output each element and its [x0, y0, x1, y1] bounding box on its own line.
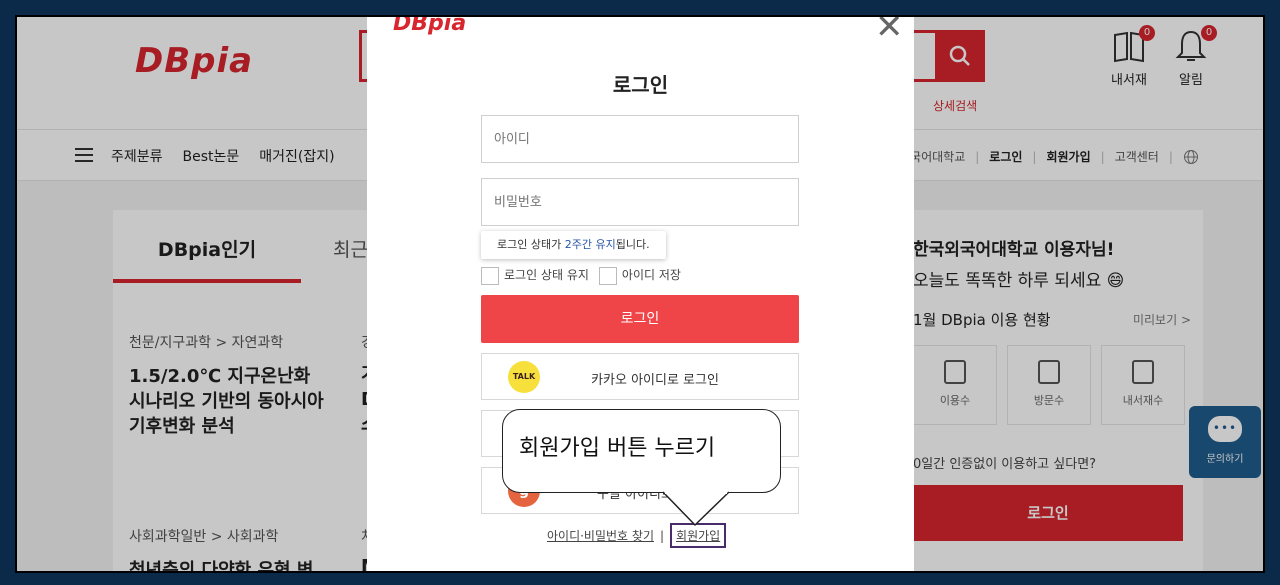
close-icon[interactable]: ✕ [875, 17, 904, 47]
keep-login-tooltip: 로그인 상태가 2주간 유지됩니다. [481, 231, 666, 259]
find-account-link[interactable]: 아이디·비밀번호 찾기 [547, 527, 654, 544]
id-input[interactable] [481, 115, 799, 163]
kakao-login-label: 카카오 아이디로 로그인 [591, 373, 719, 388]
annotation-callout: 회원가입 버튼 누르기 [502, 409, 781, 493]
modal-title: 로그인 [612, 73, 669, 97]
checkbox-icon [481, 266, 499, 285]
annotation-text: 회원가입 버튼 누르기 [519, 436, 716, 461]
keep-login-checkbox[interactable]: 로그인 상태 유지 [481, 266, 589, 285]
modal-logo: DBpia [393, 15, 467, 36]
login-button[interactable]: 로그인 [481, 295, 799, 343]
callout-pointer [662, 491, 730, 527]
signup-link[interactable]: 회원가입 [676, 529, 720, 543]
link-divider: | [660, 528, 665, 543]
browser-frame: DBpia 상세검색 0 내서재 0 알림 주제분류 Best논문 매거진(잡지… [15, 15, 1265, 573]
save-id-checkbox[interactable]: 아이디 저장 [598, 266, 681, 285]
login-options: 로그인 상태 유지 아이디 저장 [481, 266, 681, 285]
checkbox-icon [598, 266, 617, 285]
password-input[interactable] [481, 178, 799, 226]
kakao-login-button[interactable]: TALK 카카오 아이디로 로그인 [481, 353, 799, 400]
